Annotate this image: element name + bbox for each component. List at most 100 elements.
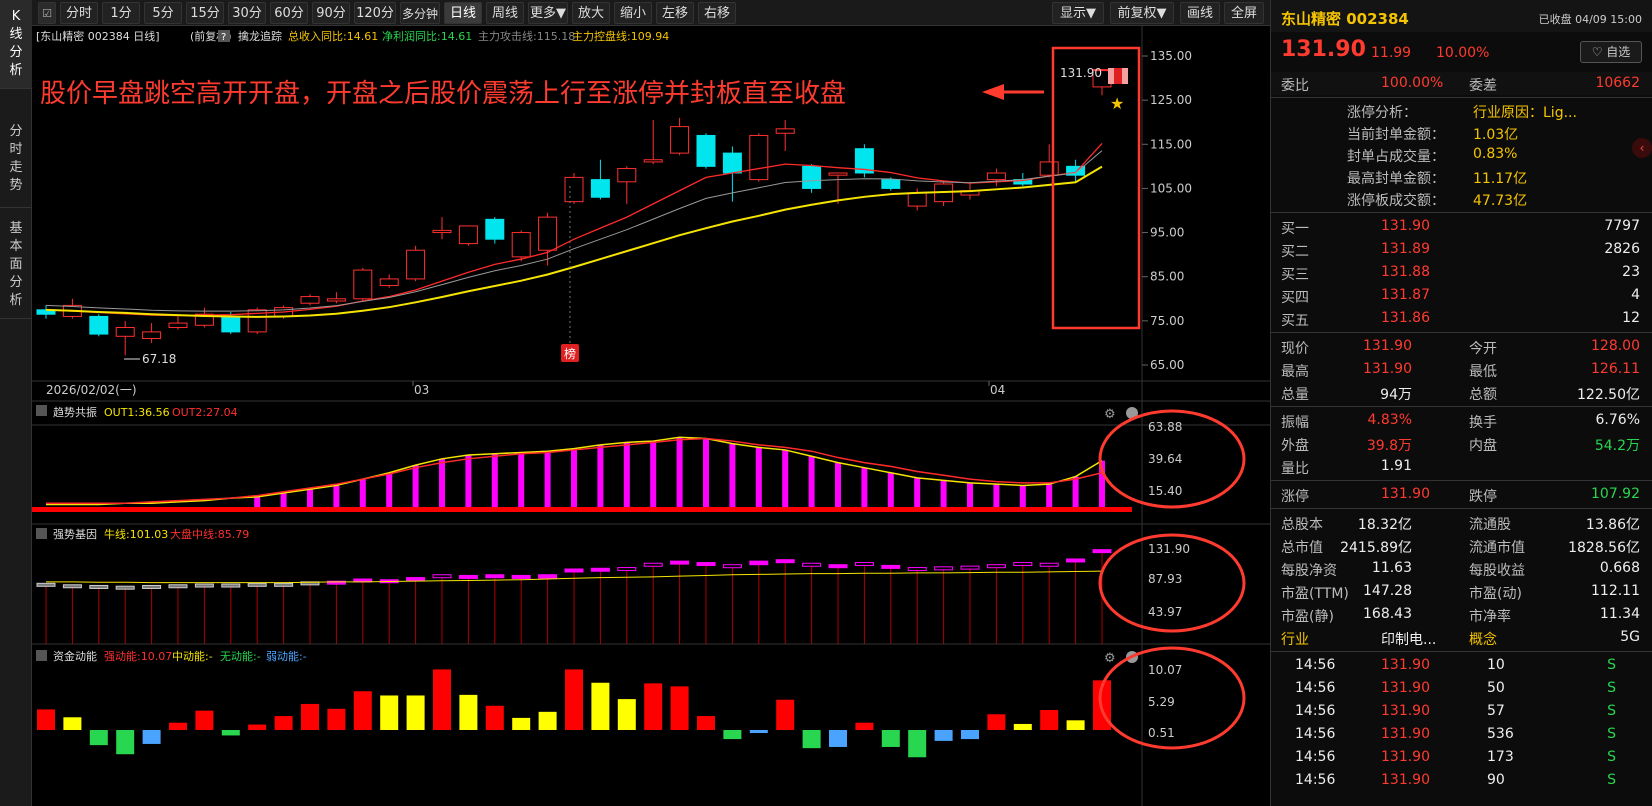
profit-yoy-label: 净利润同比:14.61: [382, 29, 472, 43]
pan-left-button[interactable]: 左移: [656, 2, 694, 24]
industry-row: 行业 印制电... 概念 5G: [1281, 629, 1640, 648]
trend-bar: [729, 443, 736, 507]
money-bar: [89, 730, 108, 746]
strong-tick-mid: 87.93: [1148, 572, 1182, 586]
display-menu-button[interactable]: 显示▼: [1052, 2, 1104, 24]
period-button-weekly[interactable]: 周线: [486, 2, 524, 24]
trend-bar: [307, 489, 313, 507]
bid-level-row: 买四 131.87 4: [1281, 287, 1640, 306]
draw-line-button[interactable]: 画线: [1180, 2, 1220, 24]
strong-gene-box: [89, 584, 109, 589]
more-periods-button[interactable]: 更多▼: [528, 2, 568, 24]
toolbar-checkbox[interactable]: ☑: [38, 2, 56, 24]
panel-trend-help-icon[interactable]: [36, 405, 47, 416]
panel-money-strong: 强动能:10.07: [104, 649, 172, 663]
trend-bar: [782, 449, 789, 507]
period-button-multi-minute[interactable]: 多分钟: [400, 2, 440, 24]
money-bar: [142, 730, 161, 744]
panel-strong-help-icon[interactable]: [36, 528, 47, 539]
candle-body: [538, 216, 558, 251]
collapse-panel-icon[interactable]: ‹: [1632, 138, 1652, 158]
period-button-60m[interactable]: 60分: [270, 2, 308, 24]
market-status: 已收盘 04/09 15:00: [1538, 13, 1642, 26]
low-marker-label: 67.18: [142, 352, 176, 366]
period-button-90m[interactable]: 90分: [312, 2, 350, 24]
trade-tick-row: 14:56 131.90 536 S: [1295, 726, 1616, 742]
strong-gene-box: [828, 564, 848, 569]
candle-body: [432, 229, 452, 234]
price-tick-label: 105.00: [1150, 181, 1192, 195]
panel-money-help-icon[interactable]: [36, 650, 47, 661]
fullscreen-button[interactable]: 全屏: [1224, 2, 1264, 24]
limit-analysis-row: 最高封单金额： 11.17亿: [1347, 171, 1528, 187]
tab-kline-analysis[interactable]: K线分析: [0, 0, 32, 89]
strong-gene-box: [458, 574, 478, 579]
price-axis: 135.00 125.00 115.00 105.00 95.00 85.00 75.00 6…: [1142, 49, 1192, 372]
date-label-start: 2026/02/02(一): [46, 383, 137, 397]
period-button-intraday[interactable]: 分时: [60, 2, 98, 24]
money-bar: [881, 730, 900, 747]
candle-body: [643, 159, 663, 163]
candle-body: [828, 172, 848, 176]
price-stats: 现价 131.90 今开 128.00 最高 131.90 最低 126.11 总量 94万 总额 1…: [1271, 335, 1652, 404]
strong-gene-box: [907, 567, 927, 572]
trend-bar: [1046, 484, 1053, 507]
panel-money-settings-icon[interactable]: ⚙: [1104, 651, 1116, 666]
quote-panel: 东山精密 002384 已收盘 04/09 15:00 131.90 11.99…: [1270, 0, 1652, 806]
money-bar: [327, 708, 346, 730]
money-tick-mid: 5.29: [1148, 695, 1175, 709]
candle-body: [670, 126, 690, 154]
candle-body: [142, 331, 162, 340]
money-bar: [1040, 710, 1059, 730]
price-tick-label: 65.00: [1150, 358, 1184, 372]
period-button-5m[interactable]: 5分: [144, 2, 182, 24]
kline-chart-svg[interactable]: [东山精密 002384 日线] (前复权) ? 擒龙追踪 总收入同比:14.6…: [32, 26, 1270, 806]
attack-ma-line: [45, 143, 1103, 317]
trend-bar: [887, 472, 894, 507]
trend-baseline: [32, 507, 1132, 512]
money-bar: [406, 695, 425, 730]
strong-gene-box: [854, 562, 874, 567]
trade-ticks: 14:56 131.90 10 S 14:56 131.90 50 S 14:56 131.90 5…: [1271, 654, 1652, 792]
star-icon[interactable]: ★: [1110, 94, 1124, 113]
panel-trend-name: 趋势共振: [53, 405, 97, 419]
trend-bar: [465, 455, 472, 507]
revenue-yoy-label: 总收入同比:14.61: [288, 29, 378, 43]
add-favorite-button[interactable]: ♡ 自选: [1580, 41, 1642, 63]
zoom-out-button[interactable]: 缩小: [614, 2, 652, 24]
trend-bar: [650, 441, 657, 507]
trend-tick-low: 15.40: [1148, 484, 1182, 498]
adjust-menu-button[interactable]: 前复权▼: [1110, 2, 1174, 24]
trend-bar: [1019, 485, 1026, 507]
strong-gene-box: [1039, 562, 1059, 567]
strong-gene-box: [564, 568, 584, 573]
period-button-daily[interactable]: 日线: [444, 2, 482, 24]
money-bar: [169, 722, 187, 730]
panel-strong-name: 强势基因: [53, 528, 97, 541]
candle-body: [300, 296, 320, 304]
pan-right-button[interactable]: 右移: [698, 2, 736, 24]
tab-fundamentals[interactable]: 基本面分析: [0, 208, 32, 319]
price-tick-label: 85.00: [1150, 270, 1184, 284]
money-tick-low: 0.51: [1148, 726, 1175, 740]
stock-name: 东山精密 002384: [1281, 10, 1409, 28]
money-bar: [776, 699, 795, 730]
trade-tick-row: 14:56 131.90 57 S: [1295, 703, 1616, 719]
period-toolbar: ☑ 分时 1分 5分 15分 30分 60分 90分 120分 多分钟 日线 周…: [32, 0, 1270, 26]
price-change-pct: 10.00%: [1436, 45, 1490, 61]
period-button-120m[interactable]: 120分: [354, 2, 396, 24]
trend-bar: [861, 467, 868, 507]
chart-area[interactable]: [东山精密 002384 日线] (前复权) ? 擒龙追踪 总收入同比:14.6…: [32, 26, 1270, 806]
panel-trend-settings-icon[interactable]: ⚙: [1104, 407, 1116, 422]
limit-analysis-row: 当前封单金额： 1.03亿: [1347, 127, 1519, 143]
period-button-30m[interactable]: 30分: [228, 2, 266, 24]
high-price-label: 131.90: [1060, 66, 1102, 80]
candle-body: [458, 225, 478, 245]
period-button-15m[interactable]: 15分: [186, 2, 224, 24]
annotation-arrowhead: [982, 84, 1004, 100]
candle-body: [881, 179, 901, 189]
tab-intraday[interactable]: 分时走势: [0, 89, 32, 208]
strong-gene-box: [934, 566, 954, 571]
zoom-in-button[interactable]: 放大: [572, 2, 610, 24]
period-button-1m[interactable]: 1分: [102, 2, 140, 24]
